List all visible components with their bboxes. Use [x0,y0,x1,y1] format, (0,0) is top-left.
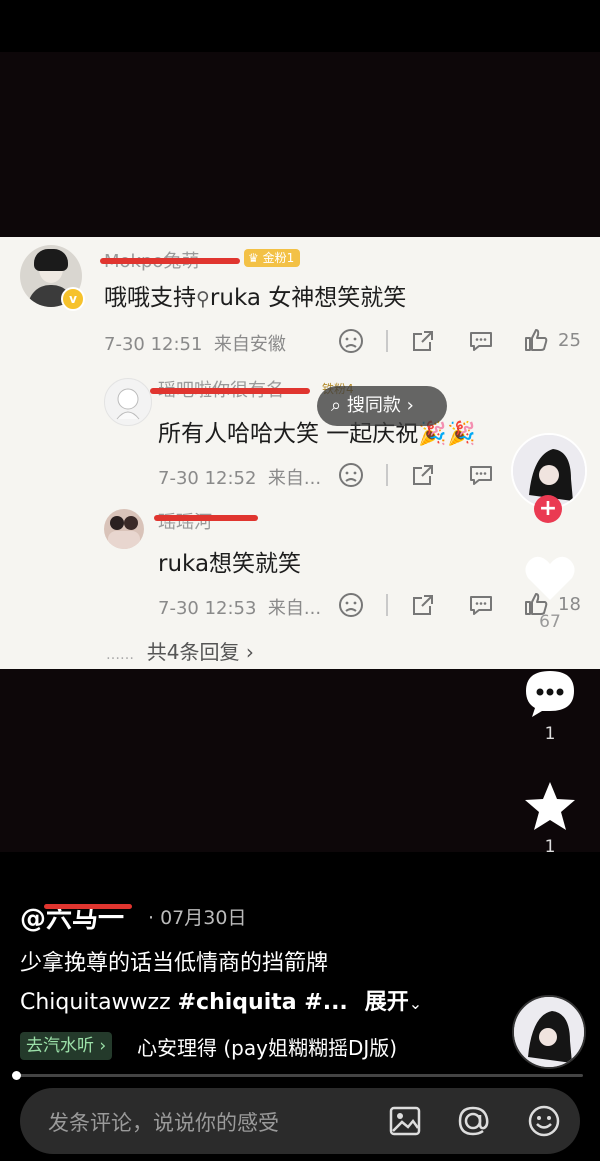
divider [386,330,388,352]
main-comment-meta: 7-30 12:51 来自安徽 [104,330,286,356]
reply-location: 来自... [267,468,322,489]
thumbs-up-icon[interactable] [523,327,549,353]
heart-icon[interactable] [522,552,578,604]
dislike-icon[interactable] [338,328,364,354]
reply-time: 7-30 12:52 [158,468,257,489]
comment-count: 1 [544,724,556,744]
crown-icon: ♛ [248,251,259,265]
more-replies-link: …… 共4条回复 › [106,636,254,665]
video-progress-bar[interactable] [17,1074,583,1077]
fan-badge: ♛ 金粉1 [244,249,301,267]
music-title[interactable]: 心安理得 (pay姐糊糊摇DJ版) [137,1032,397,1061]
search-link-icon: ⚲ [196,288,210,310]
reply-username: 瑶瑶河 [158,512,212,533]
more-replies-label: 共4条回复 [146,640,240,664]
post-date: · 07月30日 [148,907,247,929]
more-dots: …… [106,647,134,663]
progress-handle[interactable] [12,1071,21,1080]
fan-badge-label: 金粉1 [262,251,295,265]
chevron-down-icon: ⌄ [408,994,423,1013]
open-music-app-button[interactable]: 去汽水听 › [20,1032,113,1060]
chevron-right-icon: › [99,1036,107,1056]
dislike-icon[interactable] [338,462,364,488]
emoji-icon[interactable] [527,1104,561,1138]
share-icon[interactable] [410,462,436,488]
dislike-icon[interactable] [338,592,364,618]
comment-search-link[interactable]: ruka [210,285,261,311]
image-search-icon: ⌕ [331,395,342,416]
chevron-right-icon: › [406,395,414,416]
reply-time: 7-30 12:53 [158,598,257,619]
image-icon[interactable] [388,1104,422,1138]
divider [386,464,388,486]
redaction-strike [44,904,132,909]
hashtags[interactable]: #chiquita #... [178,990,348,1015]
star-icon[interactable] [522,780,578,834]
caption-text: Chiquitawwzz [20,990,178,1015]
reply-icon[interactable] [468,328,494,354]
search-same-label: 搜同款 [346,395,401,416]
mention-icon[interactable] [456,1104,490,1138]
reply-icon[interactable] [468,462,494,488]
reply-text: ruka想笑就笑 [158,551,302,577]
comment-location: 来自安徽 [213,334,286,355]
reply-avatar [104,378,152,426]
comment-input-placeholder[interactable]: 发条评论，说说你的感受 [48,1107,279,1137]
status-area [0,0,600,52]
reply-meta: 7-30 12:52 来自... [158,464,321,490]
chevron-right-icon: › [245,640,254,664]
share-icon[interactable] [410,592,436,618]
main-like-count: 25 [558,330,581,351]
reply-icon[interactable] [468,592,494,618]
share-icon[interactable] [410,328,436,354]
comment-time: 7-30 12:51 [104,334,203,355]
main-comment-text: 哦哦支持⚲ruka 女神想笑就笑 [104,278,406,312]
reply-location: 来自... [267,598,322,619]
reply-avatar [104,509,144,549]
post-caption: 少拿挽尊的话当低情商的挡箭牌 [20,951,329,976]
comment-icon[interactable] [522,667,578,719]
post-tags: Chiquitawwzz #chiquita #... 展开⌄ [20,984,422,1016]
divider [386,594,388,616]
comment-text-suffix: 女神想笑就笑 [260,285,407,311]
like-count: 67 [539,612,561,632]
music-disc-avatar[interactable] [512,995,586,1069]
comment-text-prefix: 哦哦支持 [104,285,196,311]
music-tag-label: 去汽水听 [26,1036,94,1056]
reply-meta: 7-30 12:53 来自... [158,594,321,620]
expand-button[interactable]: 展开 [365,990,409,1015]
search-same-button[interactable]: ⌕ 搜同款 › [317,386,447,426]
verified-badge-icon: v [61,287,85,311]
redaction-strike [150,388,310,394]
redaction-strike [154,515,258,521]
redaction-strike [100,258,240,264]
post-date-value: 07月30日 [160,907,247,929]
follow-button[interactable]: + [534,495,562,523]
